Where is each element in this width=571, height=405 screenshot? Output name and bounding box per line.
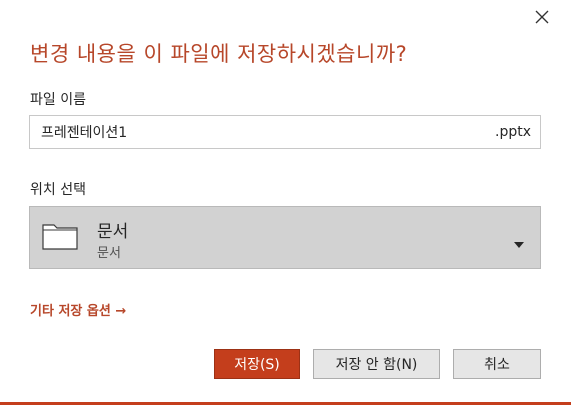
close-button[interactable]: [529, 6, 555, 28]
close-icon: [535, 10, 549, 24]
location-path: 문서: [97, 246, 121, 261]
file-extension: .pptx: [495, 124, 531, 140]
caret-down-icon: [514, 233, 524, 252]
cancel-button[interactable]: 취소: [453, 349, 541, 379]
dialog-title: 변경 내용을 이 파일에 저장하시겠습니까?: [30, 42, 408, 66]
folder-icon: [42, 221, 78, 255]
filename-input[interactable]: [30, 116, 480, 148]
filename-label: 파일 이름: [30, 92, 86, 108]
save-button[interactable]: 저장(S): [214, 349, 300, 379]
location-label: 위치 선택: [30, 182, 86, 198]
filename-field[interactable]: .pptx: [29, 115, 541, 149]
dont-save-button[interactable]: 저장 안 함(N): [313, 349, 440, 379]
save-changes-dialog: 변경 내용을 이 파일에 저장하시겠습니까? 파일 이름 .pptx 위치 선택…: [0, 0, 571, 405]
location-name: 문서: [97, 222, 129, 242]
location-dropdown[interactable]: 문서 문서: [29, 206, 541, 269]
more-save-options-link[interactable]: 기타 저장 옵션 →: [30, 300, 126, 319]
